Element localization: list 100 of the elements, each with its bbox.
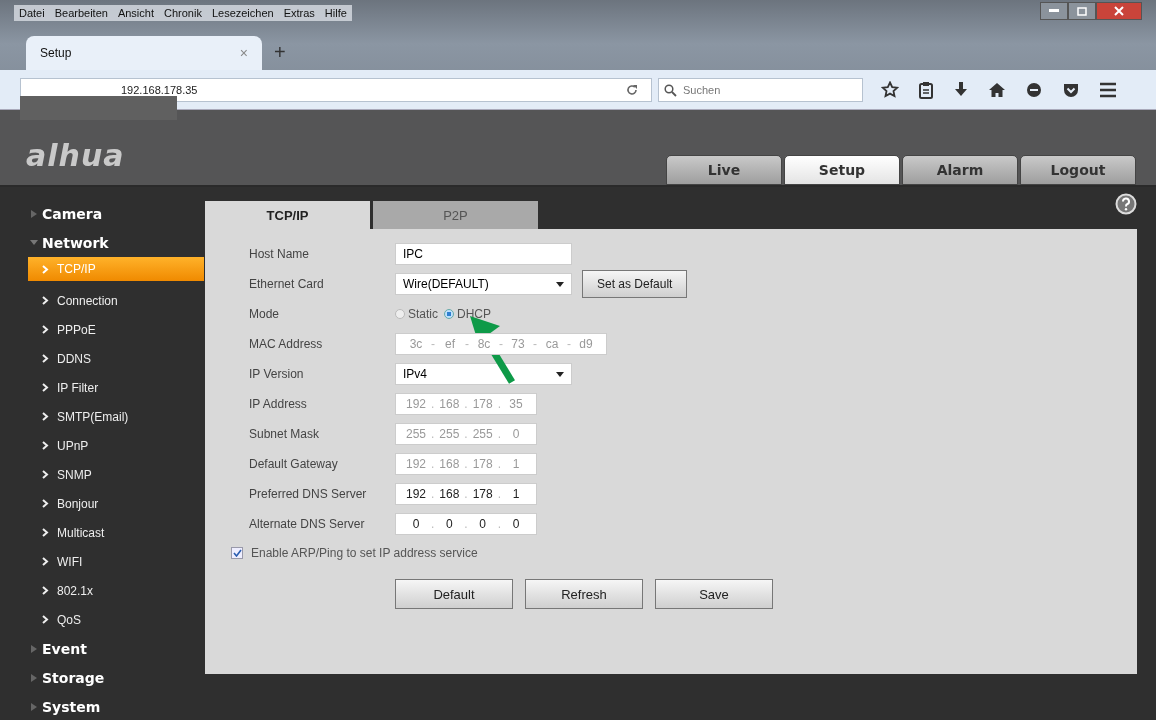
field-label: Host Name: [248, 247, 311, 261]
action-button[interactable]: Refresh: [525, 579, 643, 609]
sidebar-section[interactable]: Storage: [0, 663, 205, 692]
star-icon[interactable]: [881, 80, 899, 99]
address-bar[interactable]: 192.168.178.35: [20, 77, 652, 102]
sidebar-item[interactable]: DDNS: [28, 344, 204, 373]
action-button[interactable]: Save: [655, 579, 773, 609]
chevron-icon: [42, 325, 49, 334]
search-field[interactable]: Suchen: [658, 77, 863, 102]
field-label: Ethernet Card: [248, 277, 325, 291]
chevron-icon: [42, 528, 49, 537]
separator: .: [430, 397, 436, 411]
maximize-button[interactable]: [1068, 2, 1096, 20]
dropdown-arrow-icon: [556, 371, 564, 377]
menu-item[interactable]: Hilfe: [319, 5, 352, 21]
browser-tab[interactable]: Setup ×: [26, 36, 262, 70]
menu-item[interactable]: Datei: [14, 5, 50, 21]
sidebar-item[interactable]: PPPoE: [28, 315, 204, 344]
octet: 178: [471, 457, 494, 471]
menu-item[interactable]: Extras: [278, 5, 320, 21]
field-label: MAC Address: [248, 337, 324, 351]
sidebar-item[interactable]: 802.1x: [28, 576, 204, 605]
sidebar-item[interactable]: UPnP: [28, 431, 204, 460]
nav-tab[interactable]: Live: [666, 155, 782, 185]
reload-icon[interactable]: [625, 82, 639, 97]
octet: 192: [405, 457, 427, 471]
octet: 192: [405, 397, 427, 411]
home-icon[interactable]: [988, 80, 1006, 99]
sidebar-item[interactable]: QoS: [28, 605, 204, 634]
sidebar-item[interactable]: SMTP(Email): [28, 402, 204, 431]
radio-button[interactable]: [444, 309, 454, 319]
sidebar-section[interactable]: System: [0, 692, 205, 720]
set-default-button[interactable]: Set as Default: [582, 270, 688, 298]
address-field[interactable]: 0 . 0 . 0 . 0: [395, 513, 538, 535]
sidebar-item[interactable]: Multicast: [28, 518, 204, 547]
radio-option[interactable]: DHCP: [444, 307, 492, 321]
new-tab-button[interactable]: +: [274, 40, 286, 64]
octet: ca: [544, 337, 560, 351]
field-label: Alternate DNS Server: [248, 517, 366, 531]
octet: 168: [438, 457, 461, 471]
octet: 0: [478, 517, 488, 531]
menu-icon[interactable]: [1099, 81, 1117, 98]
separator: .: [463, 397, 469, 411]
menu-item[interactable]: Lesezeichen: [206, 5, 279, 21]
chevron-icon: [42, 557, 49, 566]
octet: 1: [511, 487, 521, 501]
octet: 3c: [408, 337, 424, 351]
sidebar-item[interactable]: WIFI: [28, 547, 204, 576]
sidebar-section[interactable]: Event: [0, 634, 205, 663]
minimize-button[interactable]: [1040, 2, 1068, 20]
sidebar-section[interactable]: Network: [0, 228, 205, 257]
action-button[interactable]: Default: [395, 579, 513, 609]
address-field[interactable]: 192 . 168 . 178 . 1: [395, 483, 538, 505]
nav-tab[interactable]: Setup: [784, 155, 900, 185]
help-icon[interactable]: [1115, 193, 1137, 215]
octet: 0: [511, 517, 521, 531]
separator: .: [496, 427, 503, 441]
separator: -: [498, 337, 504, 351]
field-label: IP Version: [248, 367, 305, 381]
checkbox[interactable]: [231, 547, 243, 559]
octet: 35: [508, 397, 524, 411]
dropdown[interactable]: IPv4: [395, 363, 572, 385]
sidebar-section[interactable]: Camera: [0, 199, 205, 228]
field-label: Subnet Mask: [248, 427, 321, 441]
radio-option[interactable]: Static: [395, 307, 438, 321]
radio-button[interactable]: [395, 309, 405, 319]
menu-item[interactable]: Chronik: [159, 5, 207, 21]
nav-tab[interactable]: Alarm: [902, 155, 1018, 185]
nav-tab[interactable]: Logout: [1020, 155, 1136, 185]
minimize-icon: [1049, 9, 1059, 13]
logo: alhua: [26, 138, 125, 173]
separator: -: [464, 337, 470, 351]
dropdown-arrow-icon: [556, 281, 564, 287]
caret-right-icon: [30, 644, 38, 653]
sidebar-item[interactable]: SNMP: [28, 460, 204, 489]
chevron-icon: [42, 441, 49, 450]
dropdown[interactable]: Wire(DEFAULT): [395, 273, 572, 295]
checkbox-label: Enable ARP/Ping to set IP address service: [251, 546, 478, 560]
caret-right-icon: [30, 209, 38, 218]
sidebar-item[interactable]: IP Filter: [28, 373, 204, 402]
maximize-icon: [1077, 6, 1087, 16]
menu-item[interactable]: Ansicht: [112, 5, 159, 21]
content-tab[interactable]: TCP/IP: [205, 201, 370, 229]
sidebar-item[interactable]: Bonjour: [28, 489, 204, 518]
chevron-icon: [42, 412, 49, 421]
chevron-icon: [42, 470, 49, 479]
caret-right-icon: [30, 702, 38, 711]
field-label: Preferred DNS Server: [248, 487, 368, 501]
close-button[interactable]: [1096, 2, 1142, 20]
separator: .: [463, 427, 469, 441]
field-label: Mode: [248, 307, 281, 321]
host-name-field[interactable]: IPC: [395, 243, 572, 265]
chevron-icon: [42, 586, 49, 595]
menu-item[interactable]: Bearbeiten: [49, 5, 113, 21]
octet: 168: [438, 397, 461, 411]
sidebar-item[interactable]: Connection: [28, 286, 204, 315]
separator: .: [463, 457, 469, 471]
chevron-icon: [42, 296, 49, 305]
clipboard-icon[interactable]: [918, 80, 934, 99]
radio-label: Static: [408, 307, 438, 321]
